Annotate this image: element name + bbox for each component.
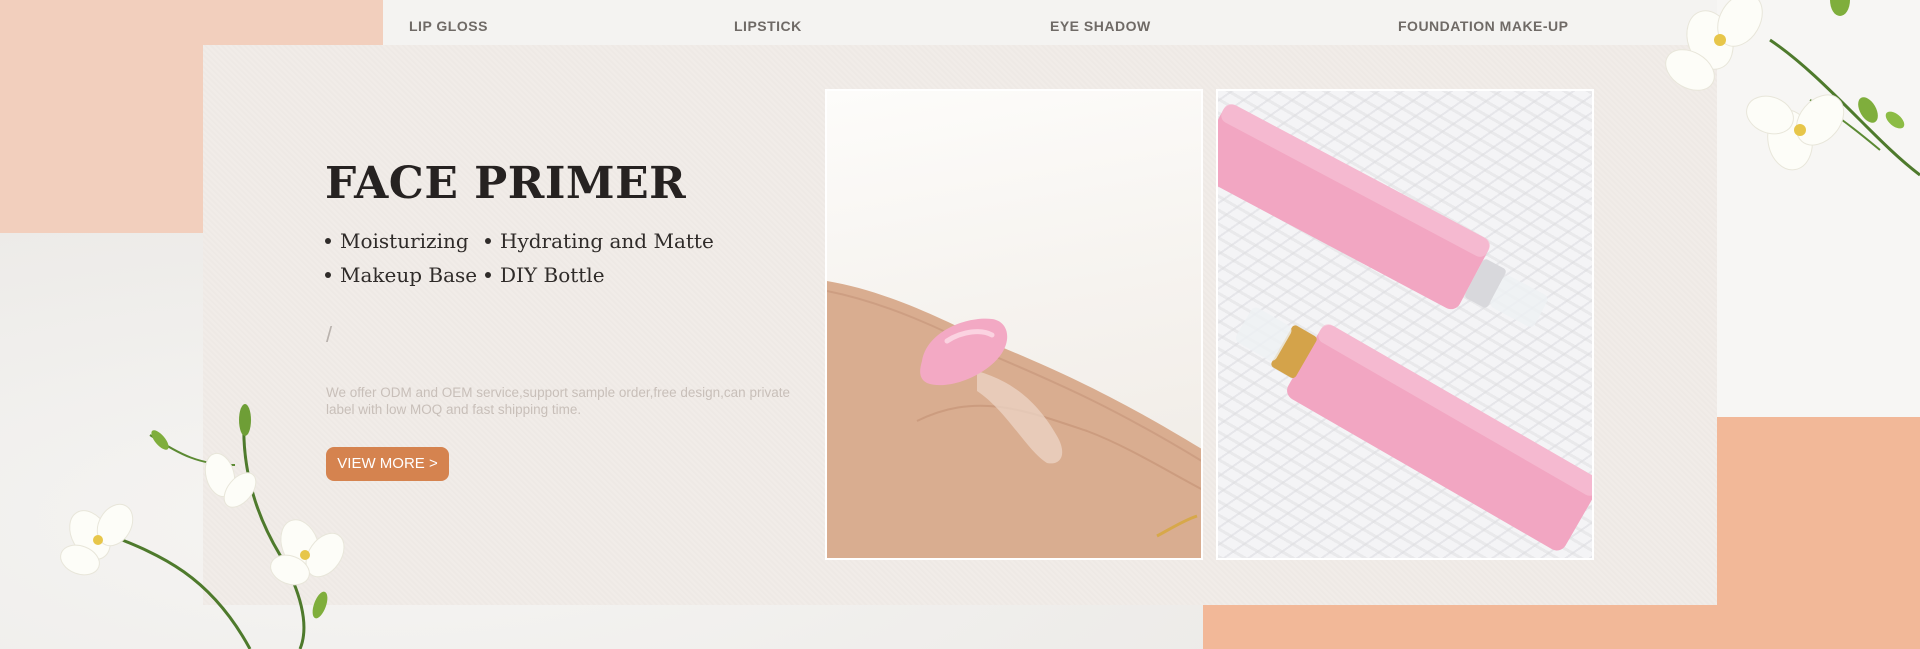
decor-block — [1203, 600, 1723, 649]
divider-slash: / — [326, 322, 333, 347]
swatch-illustration — [827, 281, 1201, 558]
feature-item: Moisturizing — [325, 229, 485, 253]
nav-item-lipstick[interactable]: LIPSTICK — [734, 18, 802, 34]
bullet-icon — [485, 237, 491, 244]
bullet-icon — [485, 271, 491, 278]
nav-item-lip-gloss[interactable]: LIP GLOSS — [409, 18, 488, 34]
bullet-icon — [325, 271, 331, 278]
feature-item: DIY Bottle — [485, 263, 705, 287]
tubes-illustration — [1218, 103, 1592, 551]
decor-block — [1717, 417, 1920, 649]
product-swatch-photo — [825, 89, 1203, 560]
feature-item: Hydrating and Matte — [485, 229, 714, 253]
top-nav: LIP GLOSS LIPSTICK EYE SHADOW FOUNDATION… — [383, 0, 1717, 45]
service-description: We offer ODM and OEM service,support sam… — [326, 385, 790, 417]
feature-list: Moisturizing Hydrating and Matte Makeup … — [325, 229, 714, 287]
page-background: LIP GLOSS LIPSTICK EYE SHADOW FOUNDATION… — [0, 0, 1920, 649]
nav-item-foundation[interactable]: FOUNDATION MAKE-UP — [1398, 18, 1569, 34]
product-tubes-photo — [1216, 89, 1594, 560]
nav-item-eye-shadow[interactable]: EYE SHADOW — [1050, 18, 1151, 34]
flower-decoration-icon — [1665, 0, 1920, 177]
bullet-icon — [325, 237, 331, 244]
flower-decoration-icon — [60, 404, 345, 649]
feature-item: Makeup Base — [325, 263, 485, 287]
page-title: FACE PRIMER — [325, 158, 687, 209]
